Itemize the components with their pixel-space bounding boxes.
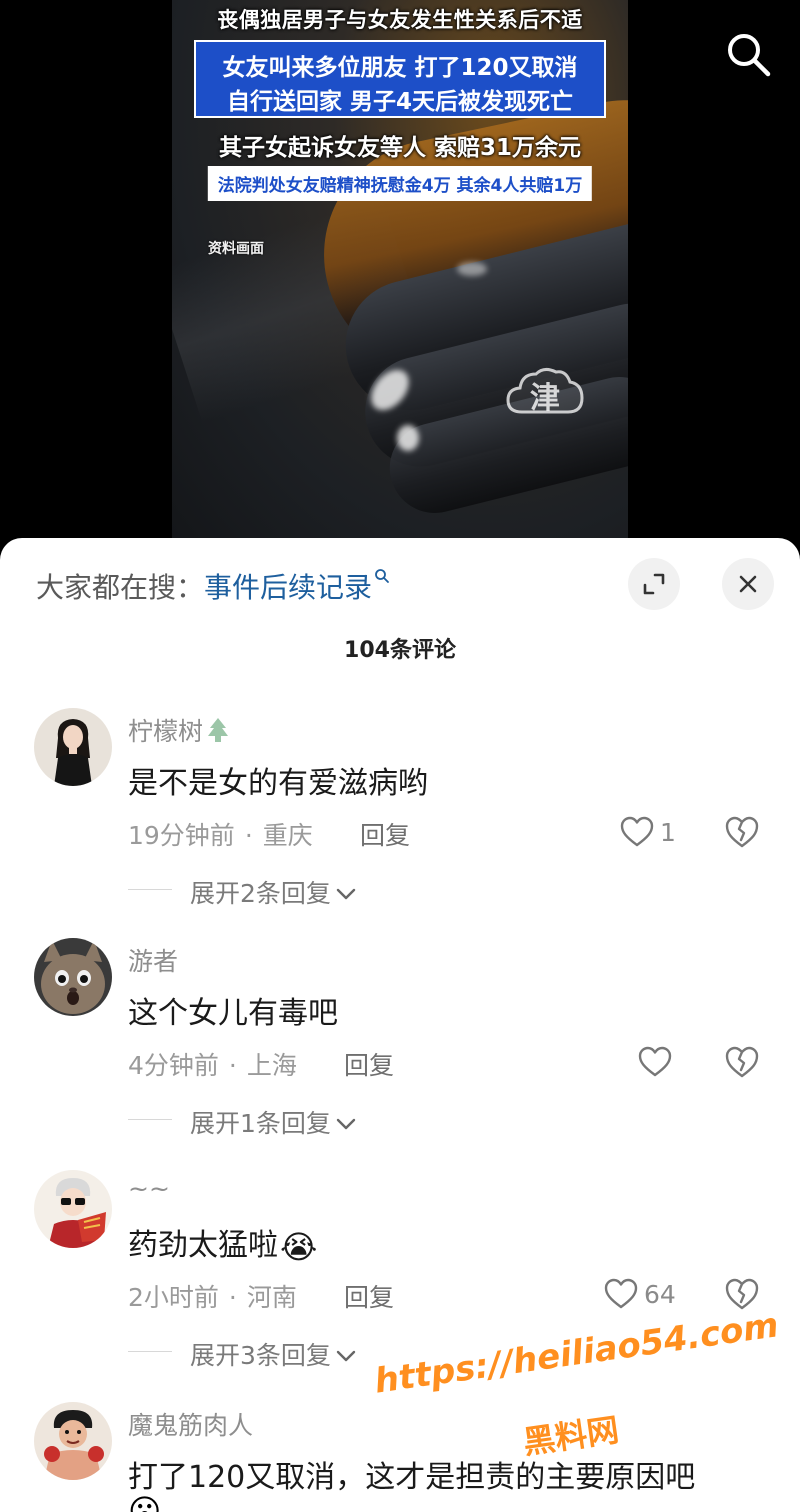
highlight-shape bbox=[457, 262, 487, 276]
comment-meta: 4分钟前 · 上海 bbox=[128, 1046, 297, 1082]
comment-time: 2小时前 bbox=[128, 1283, 219, 1312]
search-icon bbox=[728, 34, 771, 77]
comment-text: 这个女儿有毒吧 bbox=[128, 996, 338, 1031]
trending-search-prefix: 大家都在搜： bbox=[36, 571, 205, 604]
meta-separator: · bbox=[228, 1283, 237, 1312]
comment-text: 药劲太猛啦😭 bbox=[128, 1220, 317, 1266]
video-caption-verdict: 法院判处女友赔精神抚慰金4万 其余4人共赔1万 bbox=[207, 166, 593, 201]
tree-icon bbox=[207, 716, 229, 750]
meta-separator: · bbox=[244, 821, 253, 850]
comment-text: 打了120又取消，这才是担责的主要原因吧 bbox=[128, 1460, 696, 1495]
heart-icon bbox=[620, 816, 654, 847]
chevron-down-icon bbox=[335, 1108, 357, 1137]
video-caption-line: 其子女起诉女友等人 索赔31万余元 bbox=[218, 135, 582, 161]
dislike-button[interactable] bbox=[724, 1044, 760, 1080]
comment-username[interactable]: 游者 bbox=[128, 942, 178, 978]
crying-laughing-emoji: 😭 bbox=[280, 1227, 318, 1266]
expand-replies-label: 展开2条回复 bbox=[190, 879, 331, 908]
comment-location: 河南 bbox=[246, 1283, 297, 1312]
surprised-emoji: 😮 bbox=[128, 1492, 162, 1512]
comment-time: 19分钟前 bbox=[128, 821, 235, 850]
comment-text-body: 药劲太猛啦 bbox=[128, 1228, 278, 1263]
heart-icon bbox=[604, 1278, 638, 1309]
divider-line bbox=[128, 889, 172, 890]
username-text: 柠檬树 bbox=[128, 717, 204, 746]
video-caption-headline: 丧偶独居男子与女友发生性关系后不适 bbox=[217, 8, 583, 32]
comment-username[interactable]: 魔鬼筋肉人 bbox=[128, 1406, 253, 1442]
comment-count: 104条评论 bbox=[344, 638, 456, 663]
logo-glyph: 津 bbox=[530, 381, 560, 416]
heart-icon bbox=[638, 1046, 672, 1077]
comment-meta: 2小时前 · 河南 bbox=[128, 1278, 297, 1314]
archive-footage-label: 资料画面 bbox=[208, 241, 264, 257]
reply-button[interactable]: 回复 bbox=[344, 1046, 394, 1082]
avatar[interactable] bbox=[34, 938, 112, 1016]
broken-heart-icon bbox=[725, 1046, 759, 1078]
broken-heart-icon bbox=[725, 816, 759, 848]
reply-button[interactable]: 回复 bbox=[344, 1278, 394, 1314]
meta-separator: · bbox=[228, 1051, 237, 1080]
highlight-shape bbox=[397, 425, 419, 451]
like-button[interactable]: 64 bbox=[604, 1276, 676, 1312]
expand-replies-button[interactable]: 展开2条回复 bbox=[190, 874, 357, 910]
expand-button[interactable] bbox=[628, 558, 680, 610]
cloud-logo-icon: 津 bbox=[504, 362, 586, 422]
expand-replies-label: 展开1条回复 bbox=[190, 1109, 331, 1138]
divider-line bbox=[128, 1351, 172, 1352]
comment-meta: 19分钟前 · 重庆 bbox=[128, 816, 313, 852]
like-count: 64 bbox=[644, 1279, 676, 1309]
expand-icon bbox=[643, 573, 665, 595]
divider-line bbox=[128, 1119, 172, 1120]
like-count: 1 bbox=[660, 817, 676, 847]
comment-location: 上海 bbox=[246, 1051, 297, 1080]
comment-location: 重庆 bbox=[262, 821, 313, 850]
trending-search-bar[interactable]: 大家都在搜：事件后续记录 bbox=[36, 566, 390, 606]
chevron-down-icon bbox=[335, 1340, 357, 1369]
dislike-button[interactable] bbox=[724, 814, 760, 850]
video-caption-line: 自行送回家 男子4天后被发现死亡 bbox=[226, 89, 574, 115]
expand-replies-button[interactable]: 展开3条回复 bbox=[190, 1336, 357, 1372]
trending-search-keyword[interactable]: 事件后续记录 bbox=[204, 571, 372, 604]
like-button[interactable] bbox=[638, 1044, 678, 1080]
avatar[interactable] bbox=[34, 1402, 112, 1480]
comment-time: 4分钟前 bbox=[128, 1051, 219, 1080]
expand-replies-label: 展开3条回复 bbox=[190, 1341, 331, 1370]
reply-button[interactable]: 回复 bbox=[360, 816, 410, 852]
close-icon bbox=[739, 575, 757, 593]
expand-replies-button[interactable]: 展开1条回复 bbox=[190, 1104, 357, 1140]
comment-username[interactable]: ~~ bbox=[128, 1174, 170, 1203]
avatar[interactable] bbox=[34, 1170, 112, 1248]
close-button[interactable] bbox=[722, 558, 774, 610]
comment-text: 是不是女的有爱滋病哟 bbox=[128, 766, 428, 801]
video-caption-line: 女友叫来多位朋友 打了120又取消 bbox=[222, 55, 578, 81]
search-icon bbox=[375, 569, 389, 583]
comment-username[interactable]: 柠檬树 bbox=[128, 712, 229, 750]
dislike-button[interactable] bbox=[724, 1276, 760, 1312]
chevron-down-icon bbox=[335, 878, 357, 907]
video-player[interactable]: 丧偶独居男子与女友发生性关系后不适 女友叫来多位朋友 打了120又取消 自行送回… bbox=[0, 0, 800, 560]
search-button[interactable] bbox=[724, 30, 772, 78]
broken-heart-icon bbox=[725, 1278, 759, 1310]
avatar[interactable] bbox=[34, 708, 112, 786]
like-button[interactable]: 1 bbox=[620, 814, 676, 850]
